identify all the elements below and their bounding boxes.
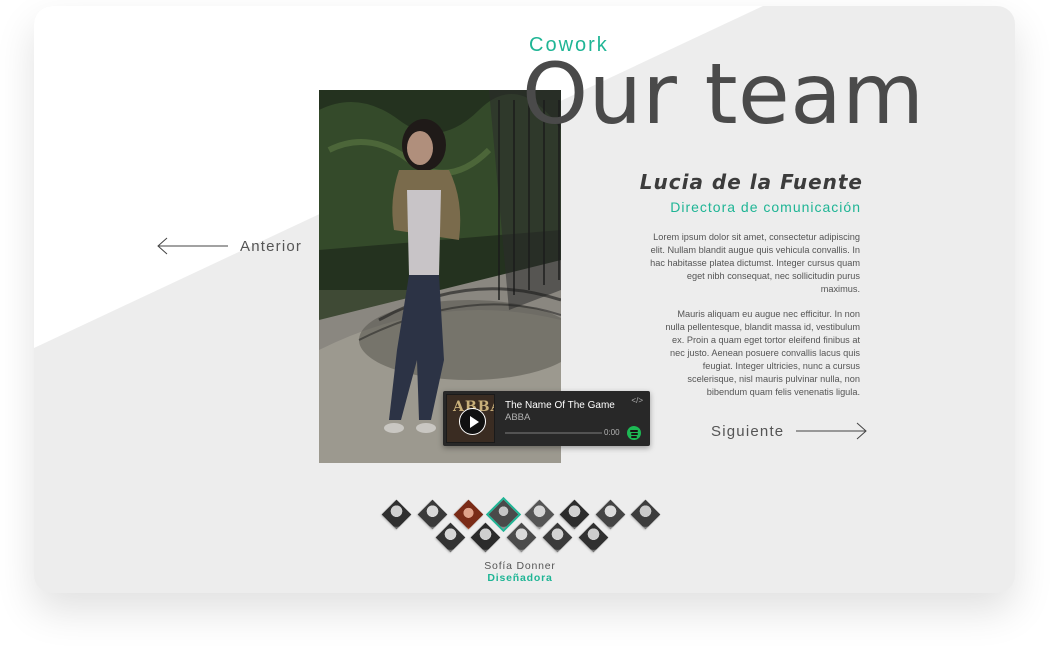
playback-time: 0:00 [604, 428, 620, 437]
spotify-icon[interactable] [627, 426, 641, 440]
selected-member-role: Diseñadora [487, 572, 553, 584]
track-title: The Name Of The Game [505, 400, 615, 411]
previous-label: Anterior [240, 237, 303, 255]
embed-code-icon[interactable]: </> [631, 396, 643, 405]
album-cover: ABBA [446, 394, 495, 443]
member-name: Lucia de la Fuente [639, 170, 863, 194]
page-title: Our team [522, 45, 925, 143]
selected-member-name: Sofía Donner [484, 560, 556, 572]
track-artist[interactable]: ABBA [505, 412, 530, 423]
arrow-left-icon [157, 237, 228, 255]
spotify-player[interactable]: ABBA The Name Of The Game ABBA </> 0:00 [443, 391, 650, 446]
member-role: Directora de comunicación [670, 199, 861, 215]
arrow-right-icon [796, 422, 868, 440]
next-member-button[interactable]: Siguiente [711, 419, 868, 443]
member-bio-paragraph-1: Lorem ipsum dolor sit amet, consectetur … [650, 232, 860, 294]
member-bio-paragraph-2: Mauris aliquam eu augue nec efficitur. I… [665, 309, 860, 397]
next-label: Siguiente [711, 422, 785, 440]
play-icon[interactable] [459, 408, 486, 435]
previous-member-button[interactable]: Anterior [156, 234, 302, 258]
progress-bar[interactable] [505, 432, 602, 434]
